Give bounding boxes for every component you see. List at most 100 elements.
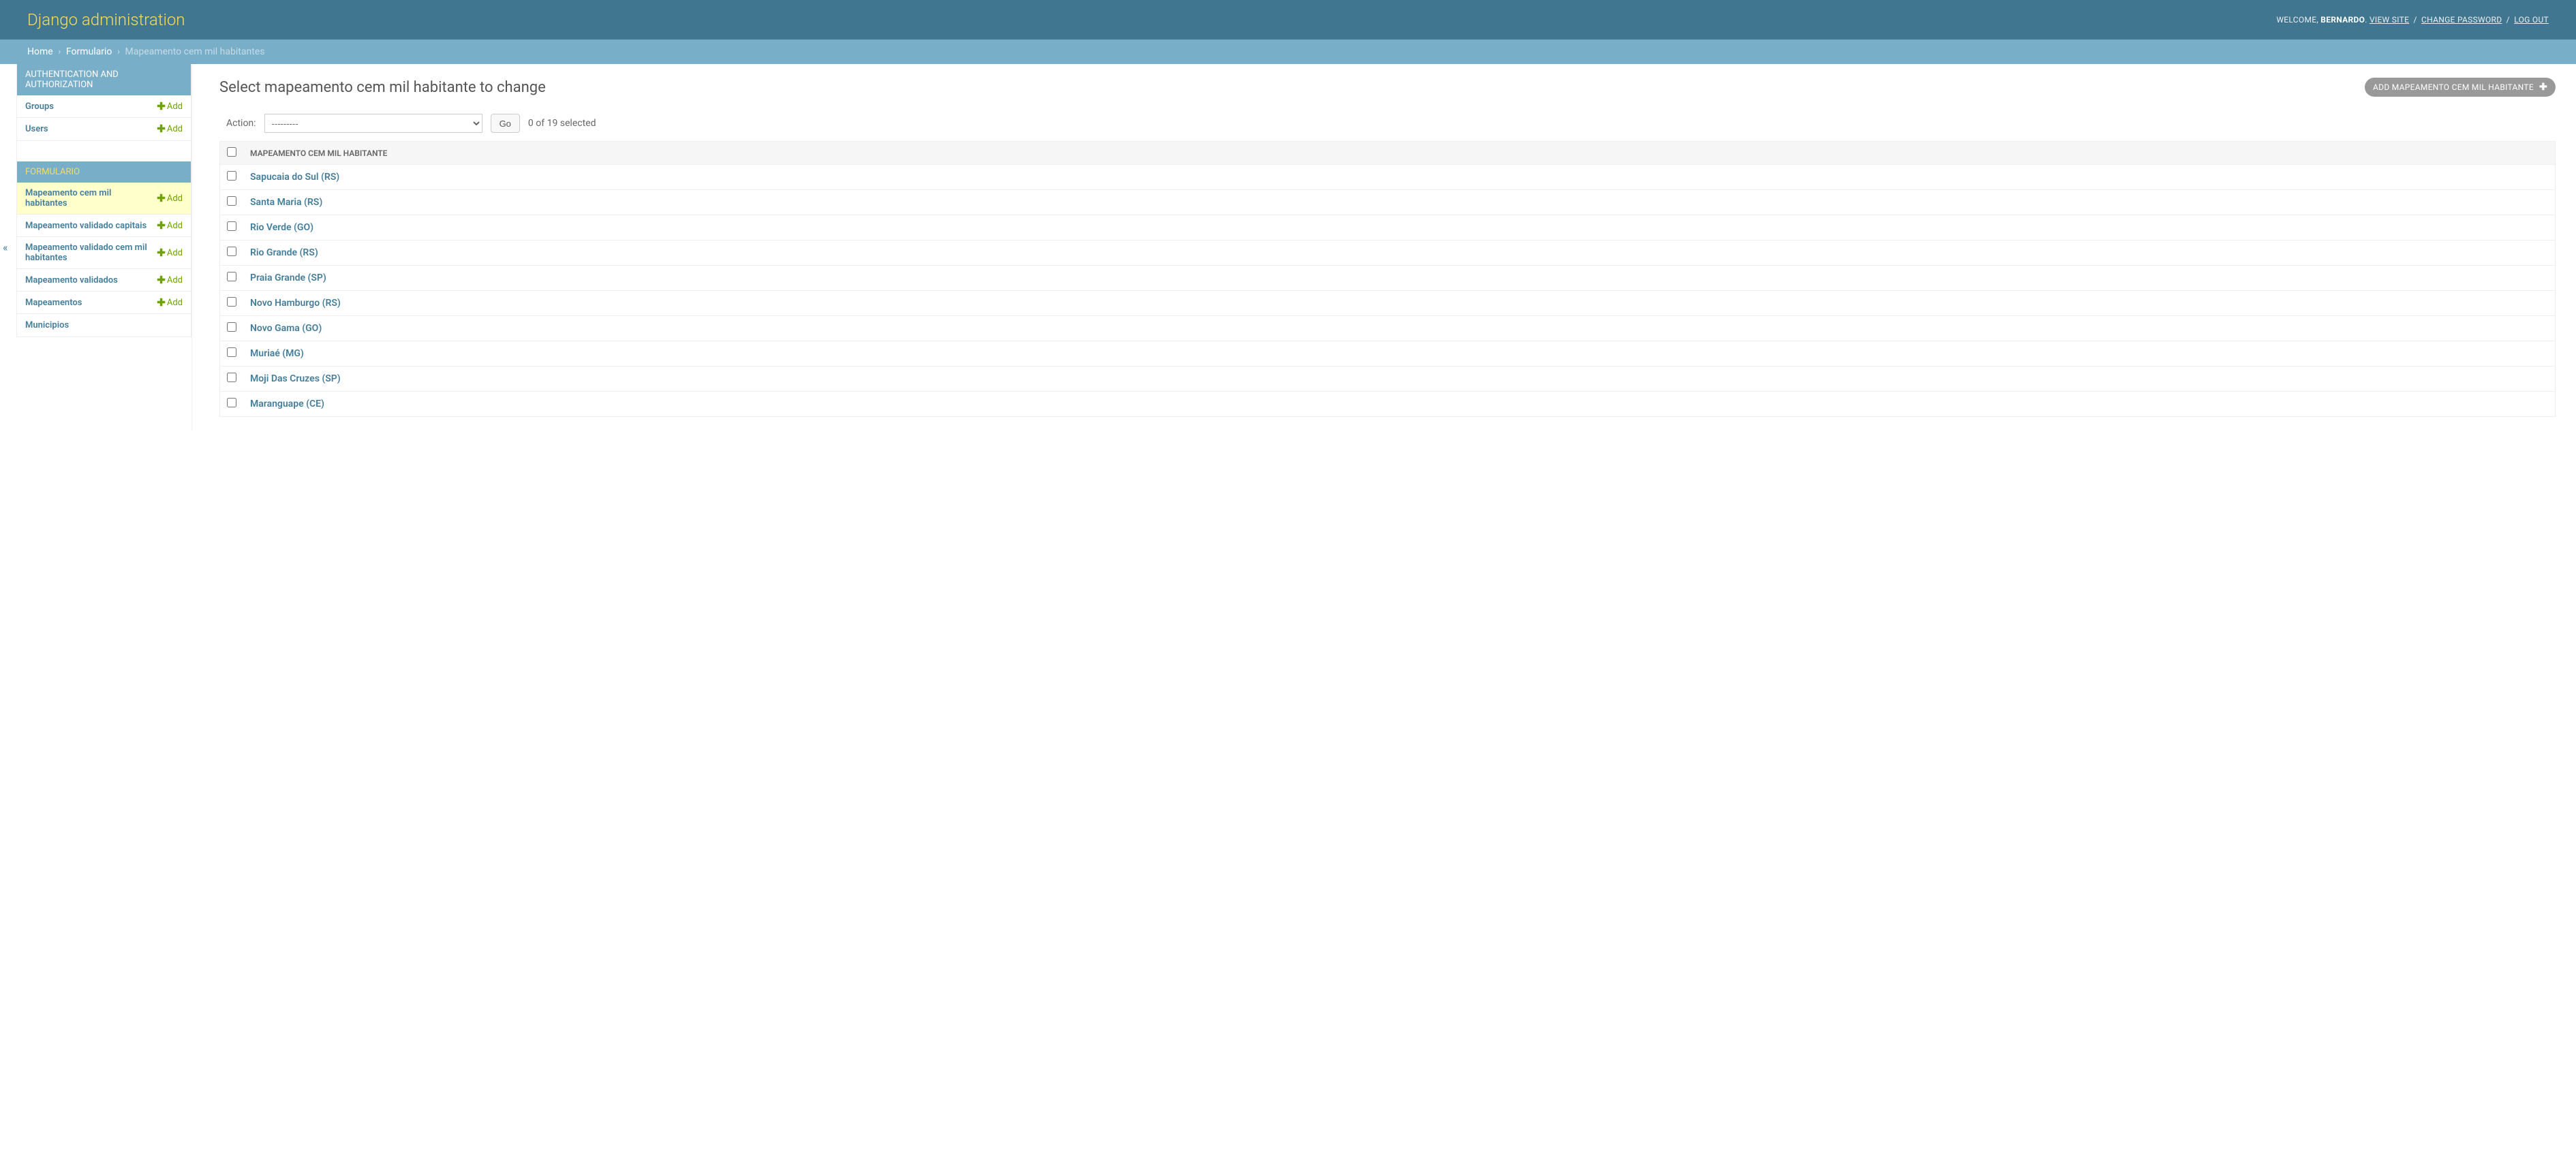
sidebar-model-row: Mapeamento validados✚ Add — [17, 269, 191, 292]
actions-bar: Action: --------- Go 0 of 19 selected — [219, 114, 2556, 133]
plus-icon: ✚ — [157, 193, 166, 204]
branding: Django administration — [27, 10, 185, 29]
plus-icon: ✚ — [157, 275, 166, 285]
table-row: Muriaé (MG) — [220, 341, 2556, 367]
username: BERNARDO — [2320, 15, 2365, 25]
row-link[interactable]: Sapucaia do Sul (RS) — [250, 172, 339, 183]
table-row: Sapucaia do Sul (RS) — [220, 165, 2556, 190]
plus-icon: ✚ — [157, 102, 166, 112]
content: Select mapeamento cem mil habitante to c… — [192, 64, 2576, 431]
site-title-link[interactable]: Django administration — [27, 10, 185, 29]
sidebar-model-row: Mapeamentos✚ Add — [17, 292, 191, 314]
model-link[interactable]: Mapeamento validado capitais — [25, 221, 157, 231]
table-row: Santa Maria (RS) — [220, 190, 2556, 215]
table-row: Rio Verde (GO) — [220, 215, 2556, 240]
breadcrumb-home[interactable]: Home — [27, 46, 53, 57]
plus-icon: ✚ — [2539, 82, 2547, 93]
model-add-link[interactable]: ✚ Add — [157, 298, 183, 308]
user-tools: WELCOME, BERNARDO. VIEW SITE / CHANGE PA… — [2276, 15, 2549, 25]
sidebar-model-row: Groups✚ Add — [17, 95, 191, 118]
sidebar-toggle[interactable]: « — [3, 241, 8, 254]
add-label: Add — [167, 193, 183, 204]
change-password-link[interactable]: CHANGE PASSWORD — [2421, 15, 2502, 25]
table-row: Rio Grande (RS) — [220, 240, 2556, 266]
view-site-link[interactable]: VIEW SITE — [2370, 15, 2409, 25]
breadcrumb-app[interactable]: Formulario — [66, 46, 112, 57]
table-row: Maranguape (CE) — [220, 392, 2556, 417]
row-select-checkbox[interactable] — [227, 247, 236, 256]
add-label: Add — [167, 275, 183, 285]
table-row: Moji Das Cruzes (SP) — [220, 367, 2556, 392]
sidebar: « AUTHENTICATION AND AUTHORIZATION Groups… — [0, 64, 192, 431]
model-link[interactable]: Municipios — [25, 320, 183, 330]
table-row: Novo Gama (GO) — [220, 316, 2556, 341]
row-select-checkbox[interactable] — [227, 272, 236, 281]
model-add-link[interactable]: ✚ Add — [157, 248, 183, 258]
object-tools: ADD MAPEAMENTO CEM MIL HABITANTE ✚ — [2365, 78, 2556, 97]
row-link[interactable]: Rio Verde (GO) — [250, 222, 313, 233]
plus-icon: ✚ — [157, 298, 166, 308]
action-select[interactable]: --------- — [264, 114, 482, 133]
header: Django administration WELCOME, BERNARDO.… — [0, 0, 2576, 40]
app-caption[interactable]: AUTHENTICATION AND AUTHORIZATION — [17, 64, 191, 95]
plus-icon: ✚ — [157, 221, 166, 231]
row-link[interactable]: Muriaé (MG) — [250, 348, 304, 359]
row-select-checkbox[interactable] — [227, 398, 236, 407]
row-select-checkbox[interactable] — [227, 347, 236, 357]
log-out-link[interactable]: LOG OUT — [2514, 15, 2549, 25]
row-select-checkbox[interactable] — [227, 221, 236, 231]
breadcrumb-current: Mapeamento cem mil habitantes — [125, 46, 265, 57]
model-add-link[interactable]: ✚ Add — [157, 275, 183, 285]
model-add-link[interactable]: ✚ Add — [157, 193, 183, 204]
plus-icon: ✚ — [157, 124, 166, 134]
model-link[interactable]: Groups — [25, 102, 157, 112]
add-label: Add — [167, 124, 183, 134]
breadcrumb: Home › Formulario › Mapeamento cem mil h… — [0, 40, 2576, 64]
add-object-button[interactable]: ADD MAPEAMENTO CEM MIL HABITANTE ✚ — [2365, 78, 2556, 97]
row-link[interactable]: Rio Grande (RS) — [250, 247, 318, 258]
action-label: Action: — [226, 118, 256, 129]
page-title: Select mapeamento cem mil habitante to c… — [219, 79, 546, 96]
table-row: Novo Hamburgo (RS) — [220, 291, 2556, 316]
selection-counter: 0 of 19 selected — [528, 118, 596, 129]
model-link[interactable]: Mapeamentos — [25, 298, 157, 308]
sidebar-model-row: Users✚ Add — [17, 118, 191, 140]
select-all-checkbox[interactable] — [227, 147, 236, 157]
row-link[interactable]: Novo Gama (GO) — [250, 323, 322, 334]
add-object-label: ADD MAPEAMENTO CEM MIL HABITANTE — [2373, 82, 2534, 92]
go-button[interactable]: Go — [491, 114, 520, 133]
row-select-checkbox[interactable] — [227, 297, 236, 307]
model-add-link[interactable]: ✚ Add — [157, 221, 183, 231]
sidebar-model-row: Municipios — [17, 314, 191, 337]
welcome-text: WELCOME, — [2276, 15, 2318, 25]
table-row: Praia Grande (SP) — [220, 266, 2556, 291]
model-link[interactable]: Mapeamento validado cem mil habitantes — [25, 243, 157, 263]
model-link[interactable]: Mapeamento cem mil habitantes — [25, 188, 157, 208]
sidebar-model-row: Mapeamento cem mil habitantes✚ Add — [17, 183, 191, 215]
add-label: Add — [167, 298, 183, 308]
model-link[interactable]: Users — [25, 124, 157, 134]
model-add-link[interactable]: ✚ Add — [157, 102, 183, 112]
content-head: Select mapeamento cem mil habitante to c… — [219, 78, 2556, 97]
row-link[interactable]: Maranguape (CE) — [250, 399, 324, 409]
row-select-checkbox[interactable] — [227, 196, 236, 206]
app-caption[interactable]: FORMULARIO — [17, 161, 191, 183]
sidebar-model-row: Mapeamento validado cem mil habitantes✚ … — [17, 237, 191, 269]
column-header[interactable]: MAPEAMENTO CEM MIL HABITANTE — [243, 142, 2556, 165]
model-add-link[interactable]: ✚ Add — [157, 124, 183, 134]
model-link[interactable]: Mapeamento validados — [25, 275, 157, 285]
app-caption-link[interactable]: AUTHENTICATION AND AUTHORIZATION — [25, 69, 119, 90]
results-table: MAPEAMENTO CEM MIL HABITANTE Sapucaia do… — [219, 141, 2556, 417]
add-label: Add — [167, 248, 183, 258]
row-select-checkbox[interactable] — [227, 171, 236, 181]
add-label: Add — [167, 102, 183, 112]
row-link[interactable]: Praia Grande (SP) — [250, 272, 326, 283]
row-select-checkbox[interactable] — [227, 373, 236, 382]
add-label: Add — [167, 221, 183, 231]
row-link[interactable]: Moji Das Cruzes (SP) — [250, 373, 341, 384]
sidebar-model-row: Mapeamento validado capitais✚ Add — [17, 215, 191, 237]
app-caption-link[interactable]: FORMULARIO — [25, 167, 80, 177]
row-link[interactable]: Novo Hamburgo (RS) — [250, 298, 341, 309]
row-select-checkbox[interactable] — [227, 322, 236, 332]
row-link[interactable]: Santa Maria (RS) — [250, 197, 322, 208]
